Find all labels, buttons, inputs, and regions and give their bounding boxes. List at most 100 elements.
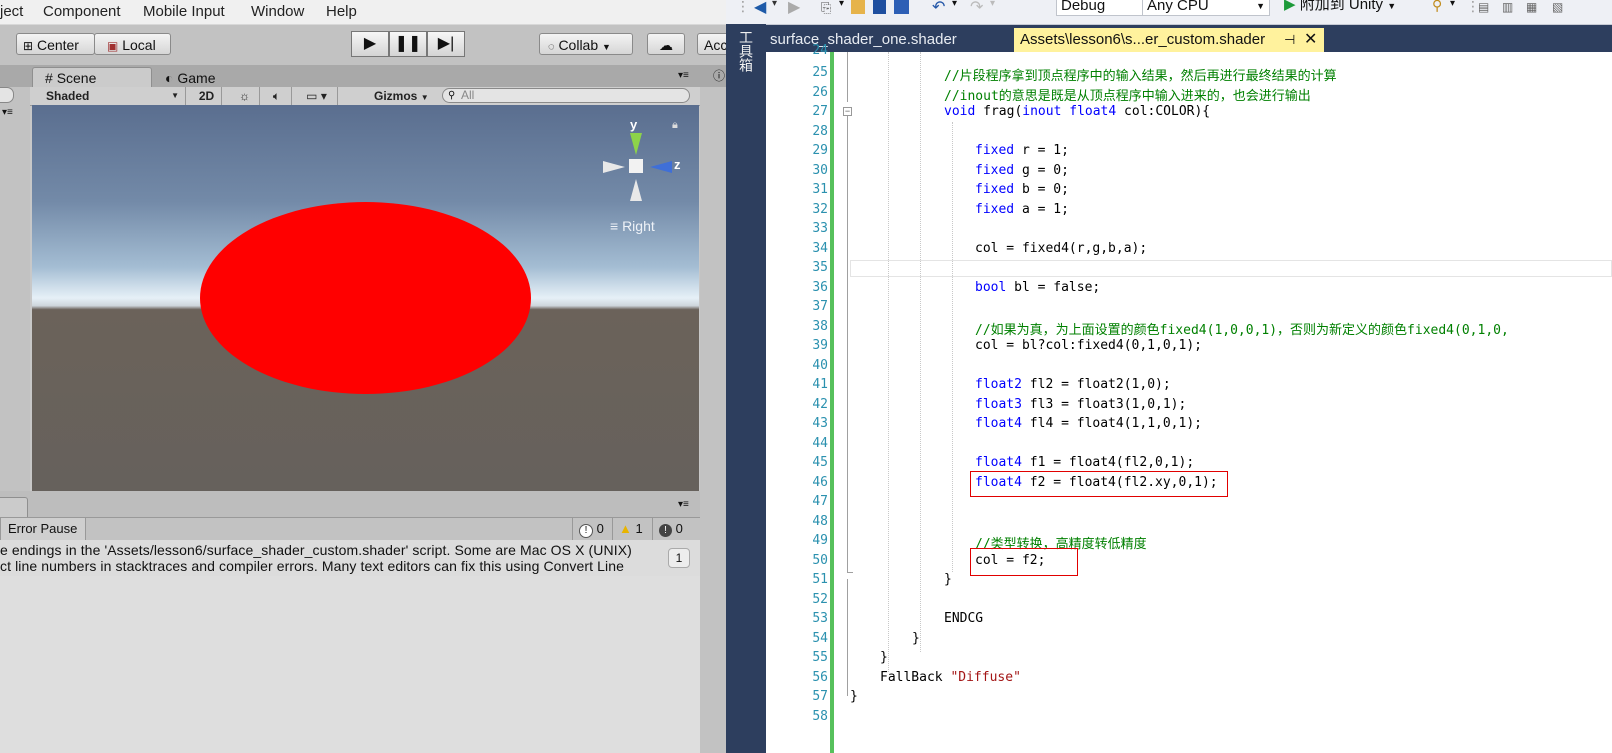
chevron-down-icon[interactable]: ▾ — [1450, 0, 1455, 9]
tab-game-label: Game — [177, 70, 216, 86]
line-number: 55 — [812, 650, 828, 665]
scene-orientation-gizmo[interactable]: y z 🔒︎ ≡ Right — [600, 117, 700, 252]
red-sphere-object[interactable] — [200, 202, 531, 394]
cloud-button[interactable]: ☁ — [647, 33, 685, 55]
layout-icon[interactable]: ▧ — [1552, 0, 1563, 14]
line-number: 33 — [812, 221, 828, 236]
outline-line — [847, 579, 848, 696]
pause-button[interactable]: ❚❚ — [389, 31, 427, 57]
play-icon: ▶ — [363, 35, 377, 52]
keyword: float3 — [975, 397, 1022, 412]
code-editor[interactable]: 24 25 26 27 28 29 30 31 32 33 34 35 36 3… — [766, 43, 1612, 753]
gizmo-x-cone-icon[interactable] — [603, 161, 625, 173]
2d-toggle[interactable]: 2D — [192, 87, 222, 105]
chevron-down-icon: ▼ — [1387, 1, 1397, 11]
tab-scene[interactable]: # Scene — [32, 67, 152, 87]
layout-icon[interactable]: ▤ — [1478, 0, 1489, 14]
menu-project[interactable]: ject — [0, 3, 23, 20]
console-menu-icon[interactable]: ▾≡ — [678, 499, 689, 510]
chevron-down-icon[interactable]: ▾ — [990, 0, 995, 9]
shading-label: Shaded — [46, 89, 90, 103]
chevron-down-icon: ▼ — [171, 91, 179, 100]
code-line-27: void frag(inout float4 col:COLOR){ — [944, 104, 1210, 119]
undo-icon[interactable]: ↶ — [932, 0, 945, 17]
layout-icon[interactable]: ▦ — [1526, 0, 1537, 14]
forward-icon[interactable]: ▶ — [788, 0, 800, 17]
code-text: a = 1; — [1014, 202, 1069, 217]
error-pause-toggle[interactable]: Error Pause — [0, 518, 86, 540]
space-local-button[interactable]: ▣ Local — [94, 33, 171, 55]
new-project-icon[interactable]: ⎘ — [821, 0, 831, 16]
hierarchy-menu-icon[interactable]: ▾≡ — [2, 107, 13, 118]
line-number: 39 — [812, 338, 828, 353]
tab-console[interactable] — [0, 497, 28, 519]
attach-unity-button[interactable]: ▶ 附加到 Unity ▼ — [1284, 0, 1396, 15]
highlight-box — [970, 471, 1228, 497]
menu-mobile-input[interactable]: Mobile Input — [143, 3, 225, 20]
log-info-toggle[interactable]: ! 0 — [572, 518, 612, 540]
chevron-down-icon[interactable]: ▾ — [952, 0, 957, 9]
collapse-toggle-icon[interactable]: − — [843, 107, 852, 116]
play-icon: ▶ — [1284, 0, 1296, 13]
image-icon: ▭ ▾ — [306, 89, 327, 103]
open-folder-icon[interactable] — [851, 0, 865, 14]
outline-line — [847, 116, 848, 572]
scene-search-input[interactable]: ⚲ All — [442, 88, 690, 103]
indent-guide — [952, 122, 953, 572]
pivot-center-button[interactable]: ⊞ Center — [16, 33, 95, 55]
search-icon: ⚲ — [448, 90, 456, 101]
chevron-down-icon[interactable]: ▾ — [839, 0, 844, 9]
tab-surface-shader-custom[interactable]: Assets\lesson6\s...er_custom.shader ⊣ ✕ — [1014, 28, 1324, 52]
gizmo-view-label[interactable]: ≡ Right — [610, 218, 655, 234]
gizmo-center-cube-icon[interactable] — [629, 159, 643, 173]
log-error-toggle[interactable]: ! 0 — [652, 518, 692, 540]
tab-menu-icon[interactable]: ▾≡ — [678, 70, 689, 81]
collab-label: Collab — [558, 37, 599, 53]
menu-window[interactable]: Window — [251, 3, 304, 20]
pin-icon[interactable]: ⊣ — [1284, 28, 1295, 52]
toolbox-tab[interactable]: 工具箱 — [738, 30, 754, 72]
effects-dropdown[interactable]: ▭ ▾ — [296, 87, 338, 105]
log-warning-toggle[interactable]: ▲ 1 — [612, 518, 652, 540]
code-line-25: //片段程序拿到顶点程序中的输入结果，然后再进行最终结果的计算 — [944, 69, 1337, 84]
vs-document-tabs: surface_shader_one.shader Assets\lesson6… — [766, 28, 1612, 52]
save-all-icon[interactable] — [894, 0, 909, 14]
play-button[interactable]: ▶ — [351, 31, 389, 57]
code-line-41: float2 fl2 = float2(1,0); — [975, 377, 1171, 392]
lock-icon[interactable]: 🔒︎ — [672, 119, 678, 132]
save-icon[interactable] — [873, 0, 886, 14]
gizmos-dropdown[interactable]: Gizmos ▼ — [370, 87, 433, 105]
lighting-toggle[interactable]: ☼ — [230, 87, 260, 105]
find-icon[interactable]: ⚲ — [1432, 0, 1442, 14]
account-label: Acc — [704, 37, 728, 53]
tab-scene-label: Scene — [56, 70, 97, 86]
line-number: 43 — [812, 416, 828, 431]
code-text: col:COLOR){ — [1116, 104, 1211, 119]
line-number: 31 — [812, 182, 828, 197]
menu-component[interactable]: Component — [43, 3, 121, 20]
pivot-label: Center — [36, 37, 79, 53]
redo-icon[interactable]: ↷ — [970, 0, 983, 17]
solution-platform-dropdown[interactable]: Any CPU ▼ — [1142, 0, 1270, 16]
layout-icon[interactable]: ▥ — [1502, 0, 1513, 14]
close-icon[interactable]: ✕ — [1304, 28, 1317, 52]
config-label: Debug — [1061, 0, 1106, 14]
gizmo-z-cone-icon[interactable] — [650, 161, 672, 173]
code-line-53: ENDCG — [944, 611, 984, 626]
console-log-entry[interactable]: e endings in the 'Assets/lesson6/surface… — [0, 540, 700, 576]
hierarchy-search-input[interactable] — [0, 87, 14, 103]
collab-button[interactable]: ◌ Collab ▼ — [539, 33, 633, 55]
account-button[interactable]: Acc — [697, 33, 728, 55]
keyword: fixed — [975, 182, 1015, 197]
chevron-down-icon[interactable]: ▾ — [772, 0, 777, 9]
audio-toggle[interactable]: 🔈︎ — [262, 87, 292, 105]
scene-viewport[interactable]: y z 🔒︎ ≡ Right — [32, 105, 699, 491]
gizmo-y-cone-icon[interactable] — [630, 133, 642, 155]
step-button[interactable]: ▶| — [427, 31, 465, 57]
gizmo-neg-y-cone-icon[interactable] — [630, 179, 642, 201]
shading-mode-dropdown[interactable]: Shaded ▼ — [42, 87, 186, 105]
back-icon[interactable]: ◀ — [754, 0, 766, 17]
keyword: float4 — [1069, 104, 1117, 119]
tab-game[interactable]: ◐ Game — [165, 68, 215, 88]
menu-help[interactable]: Help — [326, 3, 357, 20]
